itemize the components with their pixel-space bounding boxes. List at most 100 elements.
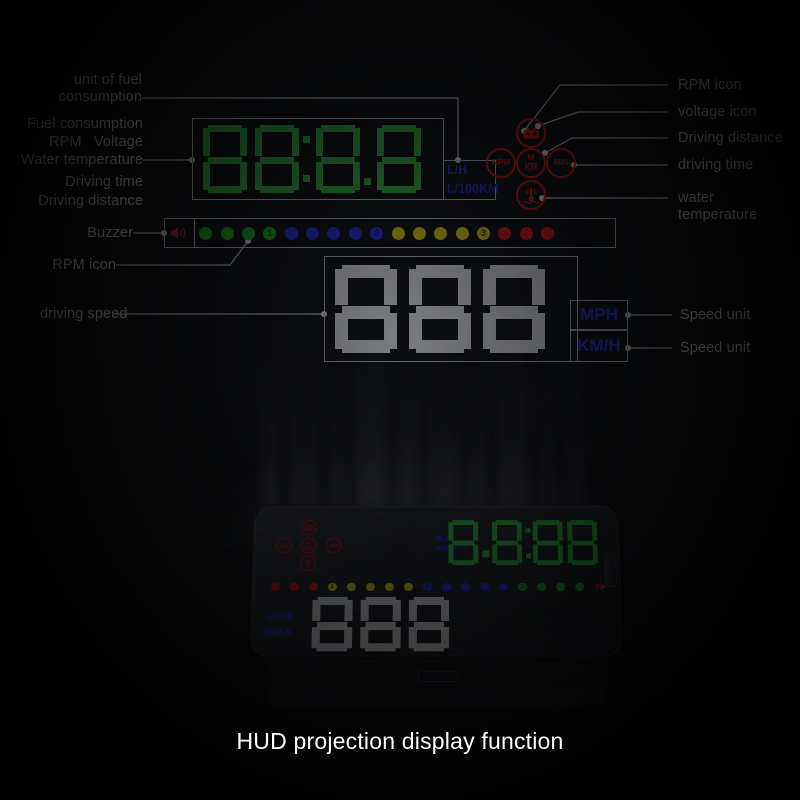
led-indicator xyxy=(556,582,565,592)
device-unit-kmh: KM/H xyxy=(263,627,292,640)
led-indicator xyxy=(289,582,299,592)
seven-segment-digit xyxy=(316,125,360,193)
seven-segment-digit xyxy=(483,265,545,353)
seven-segment-digit xyxy=(360,596,401,652)
led-indicator xyxy=(348,226,362,240)
fuel-info-display xyxy=(192,118,444,200)
label-driving-distance: Driving distance xyxy=(38,193,143,209)
water-temperature-icon xyxy=(516,180,546,210)
label-speed-unit-kmh: Speed unit xyxy=(680,340,751,356)
led-indicator xyxy=(498,226,512,240)
segment-colon xyxy=(303,136,310,182)
device-speed-units: MPH KM/H xyxy=(263,609,292,641)
led-indicator xyxy=(541,226,555,240)
led-indicator xyxy=(455,226,469,240)
led-indicator-marker: 1 xyxy=(518,582,527,592)
hud-device: RPM M KM MIN L/H 3 2 1 MPH KM/H xyxy=(248,498,628,708)
led-indicator xyxy=(412,226,426,240)
seven-segment-digit xyxy=(447,520,478,566)
led-indicator-marker: 3 xyxy=(477,226,491,240)
led-indicator xyxy=(365,582,375,592)
device-time-label: MIN xyxy=(279,543,289,548)
buzzer-cell xyxy=(165,219,195,247)
device-telltale-icons: RPM M KM MIN xyxy=(275,520,342,572)
device-distance-icon: M KM xyxy=(300,537,317,554)
label-driving-distance-right: Driving distance xyxy=(678,130,783,146)
led-indicator xyxy=(241,226,255,240)
label-driving-time-right: driving time xyxy=(678,157,754,173)
driving-time-icon-label: MIN xyxy=(553,157,569,167)
usb-port[interactable] xyxy=(418,671,458,682)
led-indicator xyxy=(537,582,546,592)
device-water-temp-icon xyxy=(300,555,317,572)
led-indicator xyxy=(434,226,448,240)
segment-colon xyxy=(525,527,531,558)
seven-segment-digit xyxy=(311,596,353,652)
speed-unit-mph-text: MPH xyxy=(580,305,618,324)
led-indicator xyxy=(306,226,320,240)
device-time-icon: MIN xyxy=(275,537,293,554)
led-indicator xyxy=(270,582,280,592)
seven-segment-digit xyxy=(377,125,421,193)
led-indicator xyxy=(442,582,451,592)
rpm-icon: RPM xyxy=(486,148,516,178)
speed-unit-kmh-text: KM/H xyxy=(577,336,621,355)
label-rpm-voltage: RPM Voltage xyxy=(49,134,143,150)
seven-segment-digit xyxy=(255,125,299,193)
device-led-bar: 3 2 1 xyxy=(270,581,606,593)
led-indicator xyxy=(391,226,405,240)
label-water-temperature-right: water temperature xyxy=(678,190,758,223)
led-indicator xyxy=(284,226,298,240)
distance-icon-denominator: KM xyxy=(524,162,538,172)
fuel-unit-l100km: L/100KM xyxy=(447,182,499,196)
label-voltage-icon: voltage icon xyxy=(678,104,757,120)
caption: HUD projection display function xyxy=(236,728,564,754)
seven-segment-digit xyxy=(491,520,522,566)
seven-segment-digit xyxy=(203,125,247,193)
speaker-icon xyxy=(171,227,186,239)
led-indicator xyxy=(384,582,394,592)
device-distance-den: KM xyxy=(305,545,313,551)
led-indicator-marker: 2 xyxy=(422,582,432,592)
led-indicator xyxy=(403,582,413,592)
hud-infographic: unit of fuel consumption Fuel consumptio… xyxy=(0,0,800,800)
device-speed-display xyxy=(307,596,453,652)
led-indicator xyxy=(499,582,508,592)
label-buzzer: Buzzer xyxy=(87,225,133,241)
label-driving-speed: driving speed xyxy=(40,306,128,322)
label-rpm-icon-right: RPM icon xyxy=(678,77,742,93)
rpm-led-bar: 1 2 3 xyxy=(164,218,616,248)
segment-decimal-point xyxy=(364,178,371,185)
seven-segment-digit xyxy=(532,520,564,566)
device-screen: RPM M KM MIN L/H 3 2 1 MPH KM/H xyxy=(249,505,623,657)
led-indicator xyxy=(199,226,213,240)
led-indicator xyxy=(461,582,470,592)
device-fuel-display xyxy=(445,520,600,566)
led-indicator-marker: 2 xyxy=(370,226,384,240)
label-rpm-icon-left: RPM icon xyxy=(52,257,116,273)
led-indicator xyxy=(220,226,234,240)
speed-display xyxy=(324,256,578,362)
device-side-button[interactable] xyxy=(604,553,618,587)
segment-decimal-point xyxy=(482,550,490,558)
battery-icon xyxy=(516,118,546,148)
device-rpm-label: RPM xyxy=(328,543,339,548)
device-unit-mph: MPH xyxy=(267,610,293,624)
seven-segment-digit xyxy=(409,265,471,353)
label-speed-unit-mph: Speed unit xyxy=(680,307,751,323)
label-driving-time: Driving time xyxy=(65,174,143,190)
led-indicator-marker: 3 xyxy=(327,582,337,592)
seven-segment-digit xyxy=(335,265,397,353)
driving-time-icon: MIN xyxy=(546,148,576,178)
label-fuel-consumption: Fuel consumption xyxy=(26,116,143,132)
led-row: 1 2 3 xyxy=(195,219,615,247)
led-indicator xyxy=(346,582,356,592)
led-indicator-marker: 1 xyxy=(263,226,277,240)
seven-segment-digit xyxy=(408,596,450,652)
label-water-temperature: Water temperature xyxy=(20,152,143,168)
device-battery-icon xyxy=(301,520,318,536)
seven-segment-digit xyxy=(567,520,598,566)
speed-unit-mph-panel: MPH xyxy=(570,300,628,330)
led-indicator xyxy=(575,582,584,592)
led-indicator xyxy=(519,226,533,240)
